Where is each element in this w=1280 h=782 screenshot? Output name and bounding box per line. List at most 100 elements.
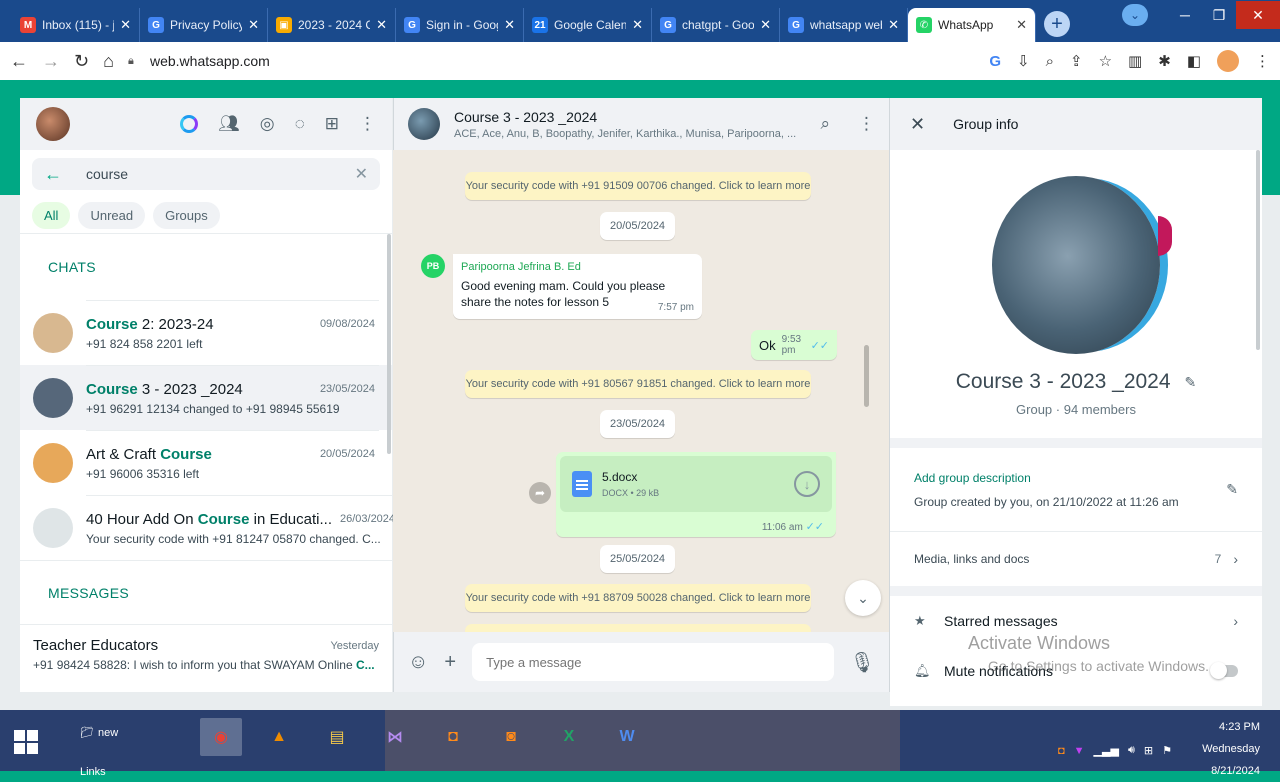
browser-tab[interactable]: Gchatgpt - Goo ✕ [652,8,780,42]
flag-icon[interactable]: ⚑ [1162,744,1172,757]
conversation-scrollbar[interactable] [864,345,869,407]
sender-initials-avatar[interactable]: PB [421,254,445,278]
profile-avatar[interactable] [1217,50,1239,72]
document-message[interactable]: 5.docx DOCX • 29 kB ↓ 11:06 am ✓✓ [556,452,836,537]
chat-list-item[interactable]: Course 2: 2023-24 09/08/2024 +91 824 858 2… [20,300,392,365]
close-tab-icon[interactable]: ✕ [1016,17,1027,33]
minimize-button[interactable]: ─ [1168,1,1202,29]
links-toolbar[interactable]: Links [80,766,106,778]
my-profile-avatar[interactable] [36,107,70,141]
conversation-header[interactable]: Course 3 - 2023 _2024 ACE, Ace, Anu, B, … [393,98,889,150]
new-folder-toolbar[interactable]: 📁︎ new [80,726,118,740]
browser-tab[interactable]: ✆ WhatsApp ✕ [908,8,1036,42]
starred-messages-row[interactable]: ★ Starred messages › [890,596,1262,646]
tray-app-icon[interactable]: ◘ [1058,745,1065,757]
share-icon[interactable]: ⇪ [1070,52,1083,70]
back-arrow-icon[interactable]: ← [44,164,62,185]
chat-list-scrollbar[interactable] [387,234,391,454]
microphone-icon[interactable]: 🎙︎ [850,650,875,675]
puzzle-icon[interactable]: ✱ [1158,52,1171,70]
excel-taskbar-icon[interactable]: X [548,718,590,756]
restore-button[interactable]: ❐ [1202,1,1236,29]
google-lens-icon[interactable]: G [989,53,1001,70]
outgoing-message[interactable]: Ok 9:53 pm ✓✓ [751,330,837,360]
attach-plus-icon[interactable]: + [444,651,456,674]
file-explorer-taskbar-icon[interactable]: ▤ [316,718,358,756]
close-tab-icon[interactable]: ✕ [504,17,515,33]
group-info-scrollbar[interactable] [1256,150,1260,350]
mute-notifications-row[interactable]: 🔔︎ Mute notifications [890,646,1262,696]
filter-pill-unread[interactable]: Unread [78,202,146,229]
bookmark-star-icon[interactable]: ☆ [1099,52,1112,70]
forward-arrow-icon[interactable]: → [42,51,60,72]
chat-list-item[interactable]: Art & Craft Course 20/05/2024 +91 96006 35… [20,430,392,495]
home-icon[interactable]: ⌂ [103,51,114,72]
new-chat-icon[interactable]: ⊞ [325,114,339,134]
screen-capture-taskbar-icon[interactable]: ◘ [432,718,474,756]
browser-tab[interactable]: Gwhatsapp web ✕ [780,8,908,42]
signal-icon[interactable]: ▁▃▅ [1094,744,1119,757]
clear-search-icon[interactable]: ✕ [355,164,368,184]
browser-tab[interactable]: G Sign in - Goog ✕ [396,8,524,42]
scroll-to-bottom-button[interactable]: ⌄ [845,580,881,616]
address-bar[interactable]: 🔒︎ web.whatsapp.com [128,53,975,69]
communities-icon[interactable]: 👥︎ [218,114,240,134]
tray-v-icon[interactable]: ▼ [1074,745,1085,757]
security-notice[interactable]: Your security code with +91 88709 50028 … [465,584,811,612]
close-tab-icon[interactable]: ✕ [248,17,259,33]
close-icon[interactable]: ✕ [910,114,925,135]
reload-icon[interactable]: ↻ [74,51,89,72]
close-window-button[interactable]: ✕ [1236,1,1280,29]
security-notice[interactable]: Your security code with +91 91509 00706 … [465,172,811,200]
conversation-menu-icon[interactable]: ⋮ [858,114,875,134]
back-arrow-icon[interactable]: ← [10,51,28,72]
browser-tab[interactable]: G Privacy Policy - ✕ [140,8,268,42]
edit-pencil-icon[interactable]: ✎ [1226,481,1238,498]
browser-tab[interactable]: 21 Google Calend ✕ [524,8,652,42]
camera-taskbar-icon[interactable]: ◙ [490,718,532,756]
word-taskbar-icon[interactable]: W [606,718,648,756]
side-panel-icon[interactable]: ◧ [1187,52,1201,70]
browser-tab[interactable]: M Inbox (115) - ja ✕ [12,8,140,42]
close-tab-icon[interactable]: ✕ [120,17,131,33]
new-tab-button[interactable]: + [1044,11,1070,37]
message-sender[interactable]: Paripoorna Jefrina B. Ed [461,261,694,273]
chrome-taskbar-icon[interactable]: ◉ [200,718,242,756]
add-group-description[interactable]: Add group description [914,471,1226,485]
close-tab-icon[interactable]: ✕ [376,17,387,33]
install-app-icon[interactable]: ⇩ [1017,52,1030,70]
search-input[interactable]: ← course ✕ [32,158,380,190]
close-tab-icon[interactable]: ✕ [760,17,771,33]
tab-search-button[interactable]: ⌄ [1122,4,1148,26]
volume-icon[interactable]: 🔊︎ [1128,744,1135,757]
windows-start-icon[interactable] [14,730,38,754]
filter-pill-groups[interactable]: Groups [153,202,220,229]
chat-list-item[interactable]: 40 Hour Add On Course in Educati... 26/03… [20,495,400,560]
search-icon[interactable]: ⌕ [820,114,830,134]
message-input[interactable] [472,643,834,681]
edit-pencil-icon[interactable]: ✎ [1185,374,1197,391]
message-search-result[interactable]: Teacher Educators Yesterday +91 98424 5882… [20,624,392,684]
download-icon[interactable]: ↓ [794,471,820,497]
close-tab-icon[interactable]: ✕ [888,17,899,33]
zoom-icon[interactable]: ⌕ [1046,53,1054,70]
vlc-taskbar-icon[interactable]: ▲ [258,718,300,756]
close-tab-icon[interactable]: ✕ [632,17,643,33]
browser-tab[interactable]: ▣ 2023 - 2024 Co ✕ [268,8,396,42]
security-notice[interactable]: Your security code with +91 80567 91851 … [465,370,811,398]
forward-icon[interactable]: ➦ [529,482,551,504]
taskbar-clock[interactable]: 4:23 PM Wednesday 8/21/2024 [1202,716,1260,782]
group-avatar[interactable] [408,108,440,140]
menu-icon[interactable]: ⋮ [359,114,376,134]
extension-icon[interactable]: ▥ [1128,52,1142,70]
channels-icon[interactable]: ◌ [295,114,305,134]
network-icon[interactable]: ⊞ [1144,744,1153,757]
chat-list-item[interactable]: Course 3 - 2023 _2024 23/05/2024 +91 96291… [20,365,392,430]
emoji-icon[interactable]: ☺ [408,651,428,674]
browser-menu-icon[interactable]: ⋮ [1255,52,1270,70]
filter-pill-all[interactable]: All [32,202,71,229]
meta-ai-icon[interactable] [180,115,199,133]
group-description-row[interactable]: Add group description Group created by y… [890,448,1262,532]
incoming-message[interactable]: Paripoorna Jefrina B. Ed Good evening ma… [453,254,702,319]
media-links-docs-row[interactable]: Media, links and docs 7 › [890,532,1262,586]
